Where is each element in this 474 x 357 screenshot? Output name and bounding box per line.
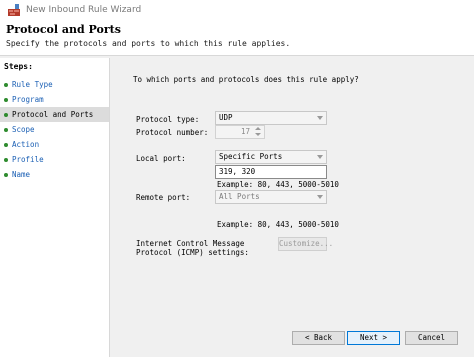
icmp-label-line2: Protocol (ICMP) settings:	[136, 248, 249, 257]
step-bullet-icon	[4, 142, 8, 147]
step-rule-type[interactable]: Rule Type	[0, 77, 109, 92]
protocol-number-label: Protocol number:	[136, 128, 209, 137]
chevron-down-icon	[317, 116, 323, 120]
customize-button[interactable]: Customize...	[278, 237, 333, 251]
steps-list: Rule Type Program Protocol and Ports Sco…	[0, 77, 109, 182]
steps-label: Steps:	[4, 62, 33, 71]
step-label: Name	[12, 170, 31, 179]
icmp-label-line1: Internet Control Message	[136, 239, 245, 248]
protocol-number-stepper[interactable]: 17	[215, 125, 265, 139]
remote-port-label: Remote port:	[136, 193, 191, 202]
title-bar: New Inbound Rule Wizard	[0, 0, 474, 20]
step-protocol-and-ports[interactable]: Protocol and Ports	[0, 107, 109, 122]
step-profile[interactable]: Profile	[0, 152, 109, 167]
step-name[interactable]: Name	[0, 167, 109, 182]
next-button[interactable]: Next >	[347, 331, 400, 345]
protocol-type-value: UDP	[219, 113, 233, 122]
protocol-type-label: Protocol type:	[136, 115, 200, 124]
step-bullet-icon	[4, 97, 8, 102]
step-bullet-icon	[4, 127, 8, 132]
local-port-input[interactable]: 319, 320	[215, 165, 327, 179]
cancel-button[interactable]: Cancel	[405, 331, 458, 345]
local-port-select-value: Specific Ports	[219, 152, 283, 161]
step-label: Action	[12, 140, 40, 149]
question-text: To which ports and protocols does this r…	[133, 75, 359, 84]
chevron-down-icon	[317, 155, 323, 159]
step-program[interactable]: Program	[0, 92, 109, 107]
step-label: Program	[12, 95, 44, 104]
step-action[interactable]: Action	[0, 137, 109, 152]
step-label: Rule Type	[12, 80, 53, 89]
step-scope[interactable]: Scope	[0, 122, 109, 137]
wizard-header: Protocol and Ports Specify the protocols…	[0, 20, 474, 56]
step-bullet-icon	[4, 172, 8, 177]
step-bullet-icon	[4, 112, 8, 117]
main-panel: To which ports and protocols does this r…	[111, 58, 474, 357]
page-subtitle: Specify the protocols and ports to which…	[6, 39, 291, 48]
local-port-label: Local port:	[136, 154, 186, 163]
remote-port-select-value: All Ports	[219, 192, 260, 201]
step-label: Scope	[12, 125, 35, 134]
remote-port-example: Example: 80, 443, 5000-5010	[217, 220, 339, 229]
protocol-type-select[interactable]: UDP	[215, 111, 327, 125]
spinner-arrows-icon[interactable]	[253, 127, 263, 137]
step-label: Profile	[12, 155, 44, 164]
local-port-example: Example: 80, 443, 5000-5010	[217, 180, 339, 189]
step-label: Protocol and Ports	[12, 110, 94, 119]
step-bullet-icon	[4, 82, 8, 87]
local-port-input-value: 319, 320	[219, 167, 256, 176]
window-title: New Inbound Rule Wizard	[26, 5, 142, 15]
protocol-number-value: 17	[240, 127, 250, 136]
chevron-down-icon	[317, 195, 323, 199]
back-button[interactable]: < Back	[292, 331, 345, 345]
firewall-icon	[8, 4, 20, 16]
step-bullet-icon	[4, 157, 8, 162]
local-port-select[interactable]: Specific Ports	[215, 150, 327, 164]
steps-sidebar: Steps: Rule Type Program Protocol and Po…	[0, 58, 110, 357]
page-title: Protocol and Ports	[6, 23, 121, 36]
remote-port-select[interactable]: All Ports	[215, 190, 327, 204]
